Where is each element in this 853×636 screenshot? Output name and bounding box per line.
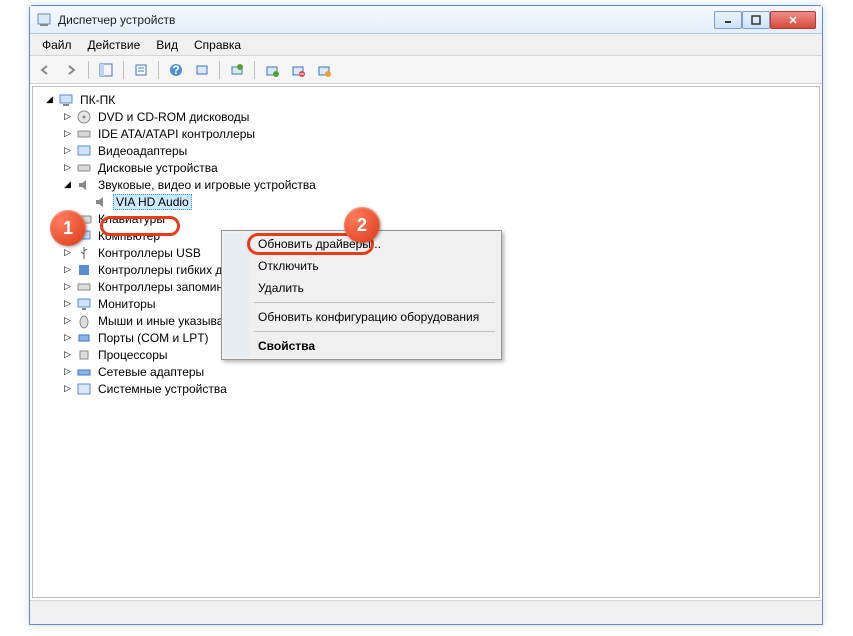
menubar: Файл Действие Вид Справка (30, 34, 822, 56)
menu-action[interactable]: Действие (80, 36, 149, 54)
expand-icon[interactable]: ▷ (63, 112, 72, 121)
ide-icon (76, 126, 92, 142)
tree-category[interactable]: ▷Клавиатуры (35, 210, 817, 227)
help-icon[interactable]: ? (165, 59, 187, 81)
disable-icon[interactable] (287, 59, 309, 81)
svg-text:?: ? (172, 63, 179, 77)
properties-icon[interactable] (130, 59, 152, 81)
tree-root[interactable]: ◢ ПК-ПК (35, 91, 817, 108)
window-controls (714, 11, 816, 29)
display-adapter-icon (76, 143, 92, 159)
uninstall-icon[interactable] (261, 59, 283, 81)
mouse-icon (76, 313, 92, 329)
maximize-button[interactable] (742, 11, 770, 29)
titlebar: Диспетчер устройств (30, 6, 822, 34)
enable-icon[interactable] (313, 59, 335, 81)
tree-category[interactable]: ▷Сетевые адаптеры (35, 363, 817, 380)
annotation-callout-1: 1 (50, 210, 86, 246)
collapse-icon[interactable]: ◢ (45, 95, 54, 104)
ctx-delete[interactable]: Удалить (224, 277, 499, 299)
tree-category[interactable]: ▷Видеоадаптеры (35, 142, 817, 159)
app-icon (36, 12, 52, 28)
tree-category-sound[interactable]: ◢Звуковые, видео и игровые устройства (35, 176, 817, 193)
scan-changes-icon[interactable] (191, 59, 213, 81)
update-driver-icon[interactable] (226, 59, 248, 81)
cpu-icon (76, 347, 92, 363)
context-separator (254, 302, 495, 303)
ctx-properties[interactable]: Свойства (224, 335, 499, 357)
computer-icon (58, 92, 74, 108)
context-separator (254, 331, 495, 332)
collapse-icon[interactable]: ◢ (63, 180, 72, 189)
menu-file[interactable]: Файл (34, 36, 80, 54)
window-title: Диспетчер устройств (58, 13, 714, 27)
minimize-button[interactable] (714, 11, 742, 29)
usb-icon (76, 245, 92, 261)
nav-back-button[interactable] (34, 59, 56, 81)
menu-help[interactable]: Справка (186, 36, 249, 54)
root-label: ПК-ПК (78, 93, 117, 107)
ctx-disable[interactable]: Отключить (224, 255, 499, 277)
sound-icon (76, 177, 92, 193)
tree-category[interactable]: ▷Системные устройства (35, 380, 817, 397)
tree-category[interactable]: ▷IDE ATA/ATAPI контроллеры (35, 125, 817, 142)
optical-drive-icon (76, 109, 92, 125)
ctx-refresh-config[interactable]: Обновить конфигурацию оборудования (224, 306, 499, 328)
disk-icon (76, 160, 92, 176)
close-button[interactable] (770, 11, 816, 29)
statusbar (30, 600, 822, 624)
nav-forward-button[interactable] (60, 59, 82, 81)
network-icon (76, 364, 92, 380)
system-icon (76, 381, 92, 397)
context-menu: Обновить драйверы... Отключить Удалить О… (221, 230, 502, 360)
menu-view[interactable]: Вид (148, 36, 186, 54)
monitor-icon (76, 296, 92, 312)
show-hide-tree-button[interactable] (95, 59, 117, 81)
tree-device-selected[interactable]: VIA HD Audio (35, 193, 817, 210)
sound-icon (93, 194, 109, 210)
port-icon (76, 330, 92, 346)
storage-icon (76, 279, 92, 295)
selected-device-label: VIA HD Audio (113, 194, 192, 210)
floppy-icon (76, 262, 92, 278)
tree-category[interactable]: ▷DVD и CD-ROM дисководы (35, 108, 817, 125)
toolbar: ? (30, 56, 822, 84)
tree-category[interactable]: ▷Дисковые устройства (35, 159, 817, 176)
annotation-callout-2: 2 (344, 207, 380, 243)
